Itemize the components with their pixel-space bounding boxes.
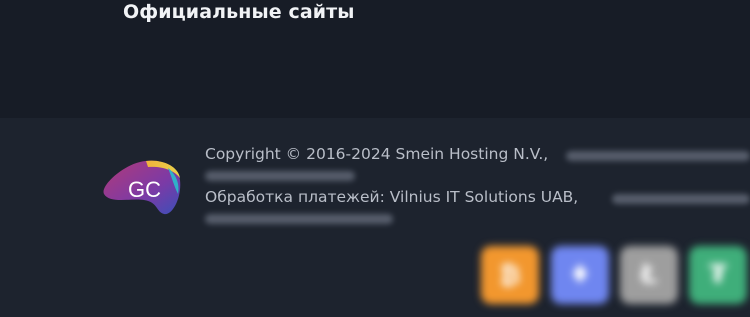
redacted-license-details: [205, 171, 355, 181]
official-sites-heading: Официальные сайты: [123, 1, 355, 23]
logo-text: GC: [128, 177, 161, 202]
copyright-text: Copyright © 2016-2024 Smein Hosting N.V.…: [205, 145, 549, 163]
litecoin-icon[interactable]: Ł: [620, 246, 678, 304]
redacted-payment-details: [205, 214, 393, 224]
gc-logo: GC: [103, 160, 181, 215]
redacted-payment-address: [612, 194, 750, 204]
payment-processing-text: Обработка платежей: Vilnius IT Solutions…: [205, 188, 579, 206]
tether-icon[interactable]: ₮: [689, 246, 747, 304]
bitcoin-icon[interactable]: ₿: [481, 246, 539, 304]
ethereum-icon[interactable]: ♦: [551, 246, 609, 304]
redacted-company-details: [566, 151, 750, 161]
top-section: Официальные сайты: [0, 0, 750, 118]
